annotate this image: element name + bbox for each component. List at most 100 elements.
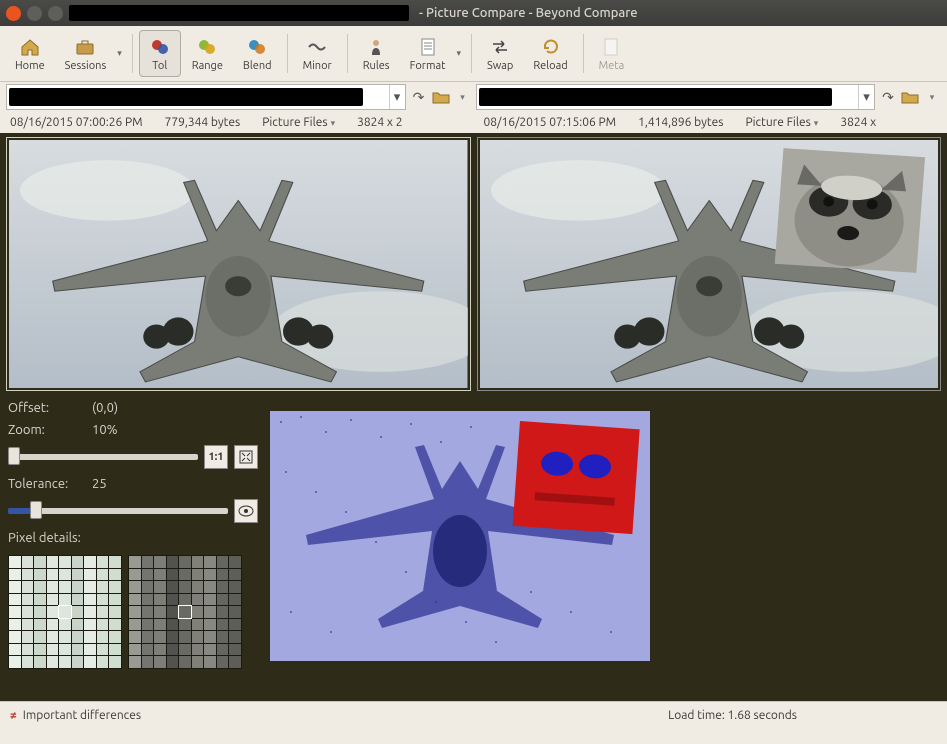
right-stats: 08/16/2015 07:15:06 PM 1,414,896 bytes P…: [484, 116, 940, 129]
diff-image: [270, 411, 650, 661]
left-filter[interactable]: Picture Files▾: [262, 116, 335, 129]
right-size: 1,414,896 bytes: [638, 116, 723, 129]
tolerance-icon: [149, 36, 171, 58]
format-icon: [417, 36, 439, 58]
diff-pane[interactable]: [270, 401, 939, 695]
briefcase-icon: [74, 36, 96, 58]
right-filter[interactable]: Picture Files▾: [745, 116, 818, 129]
range-label: Range: [192, 60, 223, 72]
toolbar-separator: [583, 34, 584, 73]
meta-label: Meta: [599, 60, 625, 72]
chevron-down-icon[interactable]: ▾: [454, 88, 472, 106]
zoom-label: Zoom:: [8, 423, 82, 437]
rules-label: Rules: [363, 60, 390, 72]
tolerance-row: Tolerance: 25: [8, 477, 258, 491]
reload-button[interactable]: Reload: [524, 30, 576, 77]
zoom-row: Zoom: 10%: [8, 423, 258, 437]
reload-icon: [540, 36, 562, 58]
home-button[interactable]: Home: [6, 30, 54, 77]
chevron-down-icon[interactable]: ▾: [858, 85, 874, 109]
history-icon[interactable]: ↷: [410, 88, 428, 106]
offset-label: Offset:: [8, 401, 82, 415]
tolerance-slider-row: [8, 499, 258, 523]
blend-icon: [246, 36, 268, 58]
image-compare-area: [0, 133, 947, 395]
offset-value: (0,0): [92, 401, 118, 415]
right-pixel-grid: [128, 555, 242, 669]
load-time-text: Load time: 1.68 seconds: [668, 709, 797, 722]
browse-icon[interactable]: [432, 88, 450, 106]
diff-status-text: Important differences: [23, 709, 141, 722]
main-toolbar: Home Sessions ▾ Tol Range Blend Minor Ru…: [0, 26, 947, 82]
right-path: ▾ ↷ ▾: [476, 84, 942, 110]
format-dropdown[interactable]: Format ▾: [401, 30, 465, 77]
left-path: ▾ ↷ ▾: [6, 84, 472, 110]
swap-button[interactable]: Swap: [478, 30, 522, 77]
left-size: 779,344 bytes: [165, 116, 241, 129]
blend-button[interactable]: Blend: [234, 30, 281, 77]
chevron-down-icon[interactable]: ▾: [923, 88, 941, 106]
tolerance-eye-button[interactable]: [234, 499, 258, 523]
window-close-button[interactable]: [6, 6, 21, 21]
history-icon[interactable]: ↷: [879, 88, 897, 106]
rules-icon: [365, 36, 387, 58]
fit-button[interactable]: [234, 445, 258, 469]
zoom-slider[interactable]: [8, 454, 198, 460]
chevron-down-icon: ▾: [331, 118, 336, 128]
pixel-details-label: Pixel details:: [8, 531, 81, 545]
right-path-input[interactable]: ▾: [476, 84, 876, 110]
range-icon: [196, 36, 218, 58]
left-image-pane[interactable]: [6, 137, 471, 391]
chevron-down-icon: ▾: [117, 48, 122, 59]
tolerance-label: Tol: [152, 60, 167, 72]
right-date: 08/16/2015 07:15:06 PM: [484, 116, 617, 129]
rules-button[interactable]: Rules: [354, 30, 399, 77]
diff-indicator-icon: ≠: [10, 709, 17, 722]
toolbar-separator: [132, 34, 133, 73]
zoom-value: 10%: [92, 423, 118, 437]
range-button[interactable]: Range: [183, 30, 232, 77]
pixel-details-row: Pixel details:: [8, 531, 258, 545]
minor-button[interactable]: Minor: [294, 30, 341, 77]
swap-icon: [489, 36, 511, 58]
meta-button[interactable]: Meta: [590, 30, 634, 77]
tolerance-slider[interactable]: [8, 508, 228, 514]
toolbar-separator: [287, 34, 288, 73]
right-image: [480, 140, 939, 388]
sessions-label: Sessions: [65, 60, 107, 72]
one-to-one-button[interactable]: 1:1: [204, 445, 228, 469]
chevron-down-icon: ▾: [814, 118, 819, 128]
window-minimize-button[interactable]: [27, 6, 42, 21]
title-redacted: [69, 5, 409, 21]
slider-thumb[interactable]: [8, 447, 20, 465]
left-path-redacted: [9, 88, 363, 106]
chevron-down-icon: ▾: [456, 48, 461, 59]
window-titlebar: - Picture Compare - Beyond Compare: [0, 0, 947, 26]
offset-row: Offset: (0,0): [8, 401, 258, 415]
browse-icon[interactable]: [901, 88, 919, 106]
right-dims: 3824 x: [840, 116, 876, 129]
swap-label: Swap: [487, 60, 513, 72]
tolerance-value: 25: [92, 477, 107, 491]
tolerance-button[interactable]: Tol: [139, 30, 181, 77]
home-label: Home: [15, 60, 45, 72]
zoom-slider-row: 1:1: [8, 445, 258, 469]
format-label: Format: [410, 60, 446, 72]
sessions-dropdown[interactable]: Sessions ▾: [56, 30, 126, 77]
home-icon: [19, 36, 41, 58]
file-stats-bar: 08/16/2015 07:00:26 PM 779,344 bytes Pic…: [0, 114, 947, 133]
controls-panel: Offset: (0,0) Zoom: 10% 1:1 Tolerance: 2…: [8, 401, 258, 695]
bottom-panel: Offset: (0,0) Zoom: 10% 1:1 Tolerance: 2…: [0, 395, 947, 701]
left-pixel-grid: [8, 555, 122, 669]
blend-label: Blend: [243, 60, 272, 72]
toolbar-separator: [471, 34, 472, 73]
path-bar: ▾ ↷ ▾ ▾ ↷ ▾: [0, 82, 947, 114]
left-path-input[interactable]: ▾: [6, 84, 406, 110]
chevron-down-icon[interactable]: ▾: [389, 85, 405, 109]
right-image-pane[interactable]: [477, 137, 942, 391]
toolbar-separator: [347, 34, 348, 73]
window-maximize-button[interactable]: [48, 6, 63, 21]
reload-label: Reload: [533, 60, 567, 72]
minor-label: Minor: [303, 60, 332, 72]
slider-thumb[interactable]: [30, 501, 42, 519]
